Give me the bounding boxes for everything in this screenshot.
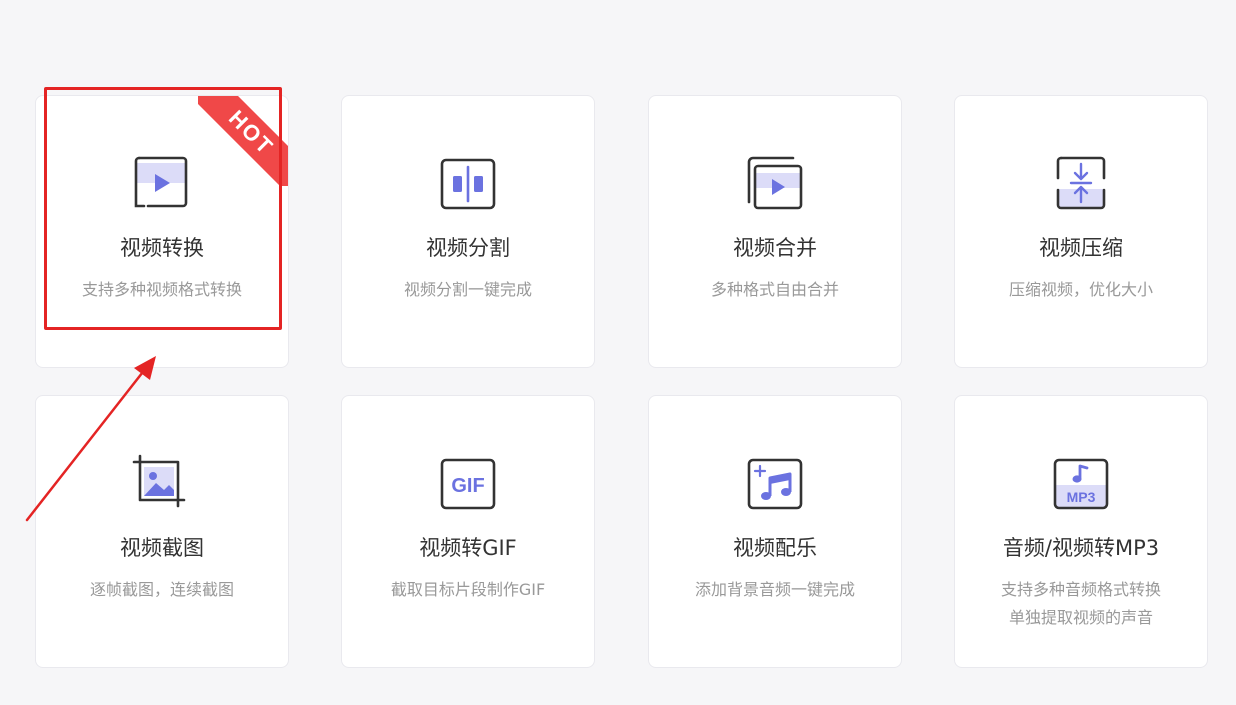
tool-card-video-to-gif[interactable]: GIF 视频转GIF 截取目标片段制作GIF [341, 395, 595, 668]
video-music-icon [745, 454, 805, 514]
hot-ribbon: HOT [198, 96, 288, 186]
hot-badge-label: HOT [198, 96, 288, 186]
tool-card-video-compress[interactable]: 视频压缩 压缩视频，优化大小 [954, 95, 1208, 368]
tool-title: 视频压缩 [1039, 236, 1123, 260]
tool-description: 压缩视频，优化大小 [1008, 280, 1153, 299]
video-split-icon [438, 154, 498, 214]
tool-description: 多种格式自由合并 [710, 280, 839, 299]
tool-description: 支持多种视频格式转换 [81, 280, 242, 299]
mp3-icon-label: MP3 [1067, 489, 1096, 505]
tool-card-video-split[interactable]: 视频分割 视频分割一键完成 [341, 95, 595, 368]
tool-title: 视频分割 [426, 236, 510, 260]
tool-title: 视频配乐 [733, 536, 817, 560]
tool-description: 视频分割一键完成 [403, 280, 532, 299]
tool-card-video-convert[interactable]: HOT 视频转换 支持多种视频格式转换 [35, 95, 289, 368]
tool-description: 逐帧截图，连续截图 [89, 580, 234, 599]
tool-title: 视频转换 [120, 236, 204, 260]
tool-description: 添加背景音频一键完成 [694, 580, 855, 599]
video-to-gif-icon: GIF [438, 454, 498, 514]
tool-description-line-1: 支持多种音频格式转换 [1000, 580, 1161, 599]
tool-card-video-screenshot[interactable]: 视频截图 逐帧截图，连续截图 [35, 395, 289, 668]
video-convert-icon [132, 154, 192, 214]
tool-title: 视频截图 [120, 536, 204, 560]
tool-description-line-2: 单独提取视频的声音 [1008, 608, 1153, 627]
tool-title: 视频合并 [733, 236, 817, 260]
video-screenshot-icon [132, 454, 192, 514]
video-compress-icon [1051, 154, 1111, 214]
audio-to-mp3-icon: MP3 [1051, 454, 1111, 514]
video-merge-icon [745, 154, 805, 214]
tool-card-video-music[interactable]: 视频配乐 添加背景音频一键完成 [648, 395, 902, 668]
gif-icon-label: GIF [451, 475, 484, 497]
tool-card-video-merge[interactable]: 视频合并 多种格式自由合并 [648, 95, 902, 368]
tool-card-audio-to-mp3[interactable]: MP3 音频/视频转MP3 支持多种音频格式转换 单独提取视频的声音 [954, 395, 1208, 668]
tool-description: 截取目标片段制作GIF [390, 580, 546, 599]
tool-title: 视频转GIF [419, 536, 517, 560]
tool-title: 音频/视频转MP3 [1002, 536, 1160, 560]
tool-description: 支持多种音频格式转换 单独提取视频的声音 [955, 576, 1207, 632]
